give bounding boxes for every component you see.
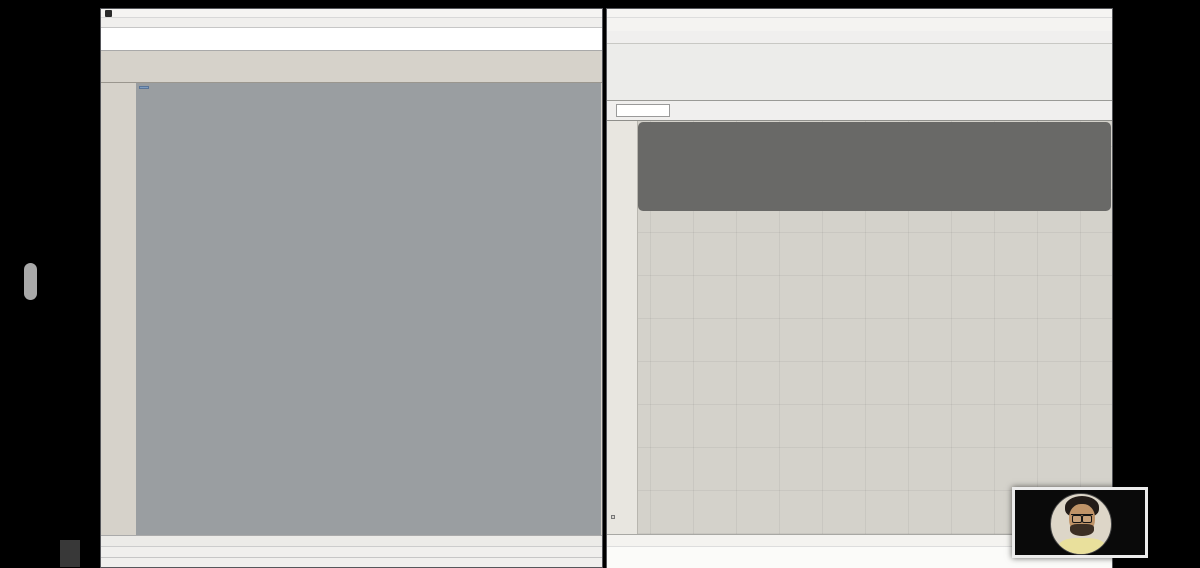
rhino-main-area	[101, 83, 602, 535]
rhino-osnap-bar	[101, 546, 602, 557]
grasshopper-tab-strip	[607, 31, 1112, 43]
canvas-mini-toolbar	[611, 515, 615, 519]
grasshopper-titlebar	[607, 9, 1112, 18]
screen-share-caption	[60, 540, 80, 567]
grasshopper-canvas-toolbar	[607, 101, 1112, 121]
rhino-app-icon	[105, 9, 112, 17]
viewport-canvas[interactable]	[136, 83, 601, 535]
viewport-title[interactable]	[139, 86, 149, 89]
rhino-command-console[interactable]	[101, 27, 602, 51]
rhino-titlebar	[101, 9, 602, 18]
rhino-window	[100, 8, 603, 568]
rhino-menubar	[101, 18, 602, 27]
rhino-side-toolbar	[101, 83, 136, 535]
grasshopper-menubar	[607, 18, 1112, 31]
rhino-visibility-toolbar	[101, 64, 602, 83]
screen-share-stage	[0, 0, 1200, 568]
rhino-status-bar	[101, 557, 602, 567]
webcam-overlay[interactable]	[1012, 487, 1148, 558]
zoom-level-select[interactable]	[616, 104, 670, 117]
rhino-toolbar-tabs	[101, 51, 602, 64]
grasshopper-ribbon	[607, 43, 1112, 101]
rhino-viewport-tabs	[101, 535, 602, 546]
grasshopper-canvas[interactable]	[607, 121, 1112, 534]
drawer-handle[interactable]	[24, 263, 37, 300]
presenter-beard	[1070, 523, 1094, 536]
presenter-glasses	[1071, 513, 1093, 523]
wires-layer	[607, 121, 1112, 534]
rhino-viewport[interactable]	[136, 83, 601, 535]
grasshopper-window	[606, 8, 1113, 568]
presenter-avatar	[1050, 492, 1112, 555]
presenter-shirt	[1059, 537, 1105, 554]
